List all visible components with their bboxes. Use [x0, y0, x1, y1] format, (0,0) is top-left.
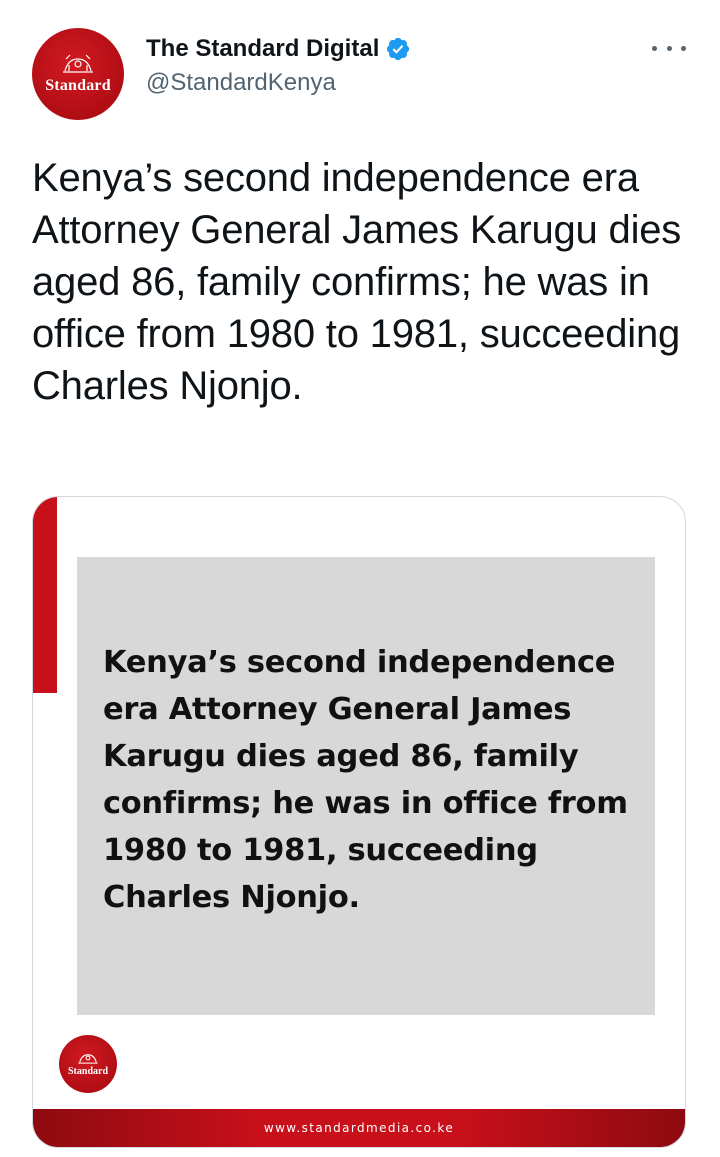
avatar[interactable]: Standard [32, 28, 124, 120]
media-footer-band: www.standardmedia.co.ke [33, 1109, 685, 1147]
display-name-row[interactable]: The Standard Digital [146, 34, 411, 64]
media-footer-url: www.standardmedia.co.ke [263, 1121, 455, 1135]
avatar-logo-text: Standard [45, 77, 111, 94]
more-dot [666, 45, 672, 51]
media-headline: Kenya’s second independence era Attorney… [103, 645, 628, 915]
media-logo-text: Standard [67, 1066, 108, 1077]
more-dot [652, 45, 657, 51]
tweet-header: Standard The Standard Digital @StandardK… [32, 28, 692, 120]
verified-badge-icon [387, 37, 410, 61]
media-logo: Standard [59, 1035, 117, 1093]
red-accent-bar [33, 497, 57, 693]
crest-icon [78, 1054, 98, 1064]
account-handle[interactable]: @StandardKenya [146, 68, 411, 98]
headline-panel: Kenya’s second independence era Attorney… [77, 557, 655, 1015]
more-dot [681, 45, 686, 51]
tweet-text: Kenya’s second independence era Attorney… [32, 156, 682, 408]
crest-icon [63, 54, 93, 73]
tweet-media-card[interactable]: Kenya’s second independence era Attorney… [32, 496, 686, 1148]
more-options-icon[interactable] [652, 38, 686, 58]
display-name[interactable]: The Standard Digital [146, 34, 379, 64]
account-names: The Standard Digital @StandardKenya [146, 34, 411, 98]
